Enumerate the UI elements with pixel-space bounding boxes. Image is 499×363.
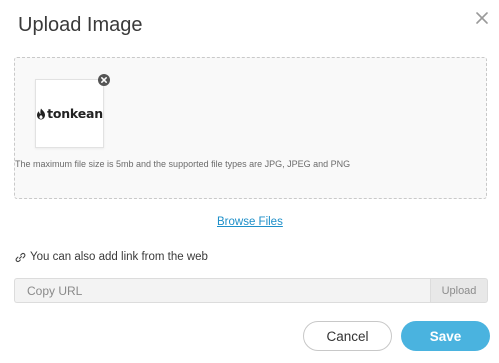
close-button[interactable]	[472, 8, 492, 28]
tonkean-logo: tonkean	[36, 106, 103, 121]
modal-title: Upload Image	[18, 14, 143, 36]
image-dropzone[interactable]: tonkean The maximum file size is 5mb and…	[14, 57, 487, 199]
link-icon	[15, 252, 26, 262]
copy-url-input[interactable]	[14, 278, 430, 303]
web-link-label: You can also add link from the web	[30, 251, 208, 263]
tonkean-logo-icon	[37, 108, 46, 119]
close-icon	[476, 12, 488, 24]
save-button[interactable]: Save	[401, 321, 490, 351]
upload-url-button[interactable]: Upload	[430, 278, 488, 303]
file-requirements-hint: The maximum file size is 5mb and the sup…	[15, 159, 351, 169]
web-link-row: You can also add link from the web	[15, 251, 208, 263]
remove-image-button[interactable]	[98, 73, 110, 86]
image-thumbnail: tonkean	[35, 79, 104, 148]
tonkean-logo-text: tonkean	[47, 106, 103, 121]
remove-circle-icon	[98, 74, 110, 86]
browse-files-link[interactable]: Browse Files	[217, 216, 283, 228]
cancel-button[interactable]: Cancel	[303, 321, 392, 351]
